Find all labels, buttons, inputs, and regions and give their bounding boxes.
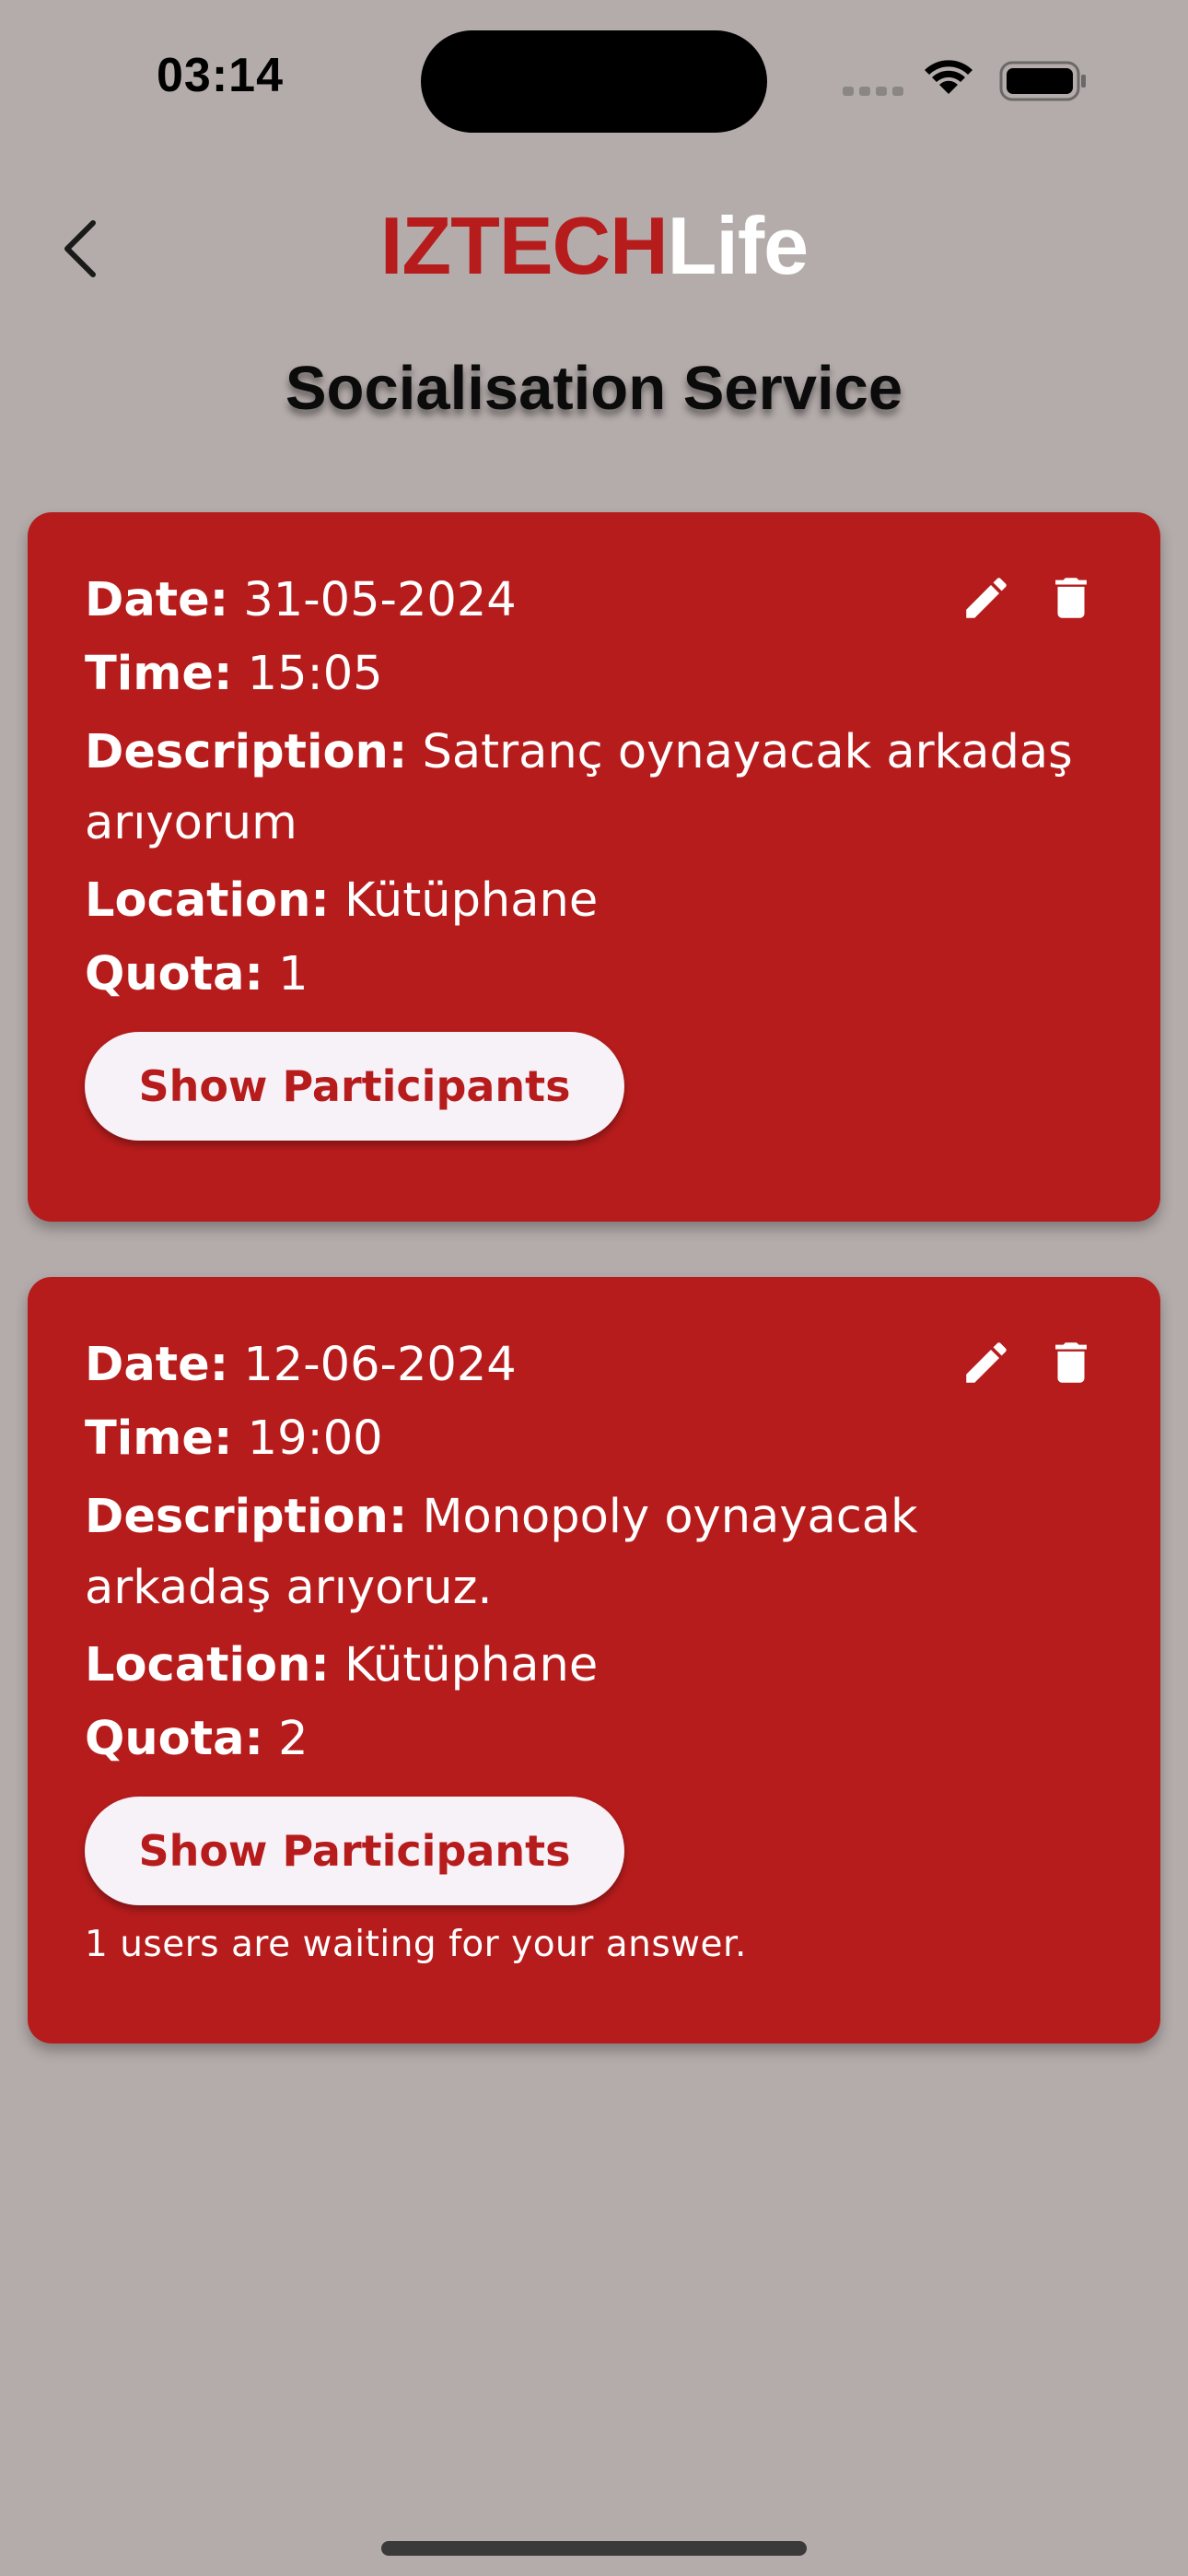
quota-value: 2: [278, 1712, 309, 1766]
date-field: Date: 12-06-2024: [85, 1329, 1105, 1402]
dynamic-island: [421, 30, 767, 133]
delete-button[interactable]: [1042, 569, 1100, 626]
battery-icon: [999, 61, 1086, 101]
quota-label: Quota:: [85, 947, 263, 1001]
edit-button[interactable]: [958, 1334, 1015, 1391]
pencil-icon: [966, 1342, 1007, 1383]
trash-icon: [1055, 578, 1087, 618]
quota-field: Quota: 1: [85, 938, 1105, 1012]
waiting-note: 1 users are waiting for your answer.: [85, 1924, 747, 1965]
status-bar: 03:14: [0, 0, 1188, 157]
time-field: Time: 19:00: [85, 1402, 1105, 1476]
event-card: Date: 12-06-2024 Time: 19:00 Description…: [28, 1277, 1160, 2043]
description-field: Description: Monopoly oynayacak arkadaş …: [85, 1481, 1105, 1623]
date-value: 31-05-2024: [243, 573, 517, 627]
brand-logo-part1: IZTECH: [379, 200, 669, 291]
home-indicator: [381, 2541, 807, 2556]
date-label: Date:: [85, 573, 229, 627]
status-time: 03:14: [157, 49, 284, 102]
date-label: Date:: [85, 1338, 229, 1392]
brand-logo-part2: Life: [667, 200, 809, 291]
description-label: Description:: [85, 1490, 408, 1544]
card-actions: [958, 1334, 1100, 1391]
location-field: Location: Kütüphane: [85, 1629, 1105, 1703]
quota-label: Quota:: [85, 1712, 263, 1766]
location-field: Location: Kütüphane: [85, 864, 1105, 938]
edit-button[interactable]: [958, 569, 1015, 626]
time-label: Time:: [85, 647, 233, 701]
cellular-signal-icon: [843, 87, 903, 96]
show-participants-button[interactable]: Show Participants: [85, 1032, 624, 1141]
pencil-icon: [966, 578, 1007, 618]
date-field: Date: 31-05-2024: [85, 564, 1105, 638]
location-value: Kütüphane: [344, 1638, 599, 1692]
trash-icon: [1055, 1342, 1087, 1383]
location-label: Location:: [85, 1638, 330, 1692]
card-actions: [958, 569, 1100, 626]
wifi-icon: [925, 60, 973, 94]
show-participants-button[interactable]: Show Participants: [85, 1797, 624, 1905]
brand-logo: IZTECHLife: [0, 197, 1188, 295]
status-icons: [843, 60, 1086, 101]
app-header: IZTECHLife: [0, 157, 1188, 332]
quota-value: 1: [278, 947, 309, 1001]
event-card: Date: 31-05-2024 Time: 15:05 Description…: [28, 512, 1160, 1222]
location-label: Location:: [85, 873, 330, 928]
description-field: Description: Satranç oynayacak arkadaş a…: [85, 717, 1105, 859]
page-title: Socialisation Service: [285, 354, 903, 423]
date-value: 12-06-2024: [243, 1338, 517, 1392]
delete-button[interactable]: [1042, 1334, 1100, 1391]
time-value: 15:05: [247, 647, 383, 701]
quota-field: Quota: 2: [85, 1703, 1105, 1776]
time-value: 19:00: [247, 1411, 383, 1466]
description-label: Description:: [85, 725, 408, 779]
time-label: Time:: [85, 1411, 233, 1466]
time-field: Time: 15:05: [85, 638, 1105, 711]
location-value: Kütüphane: [344, 873, 599, 928]
